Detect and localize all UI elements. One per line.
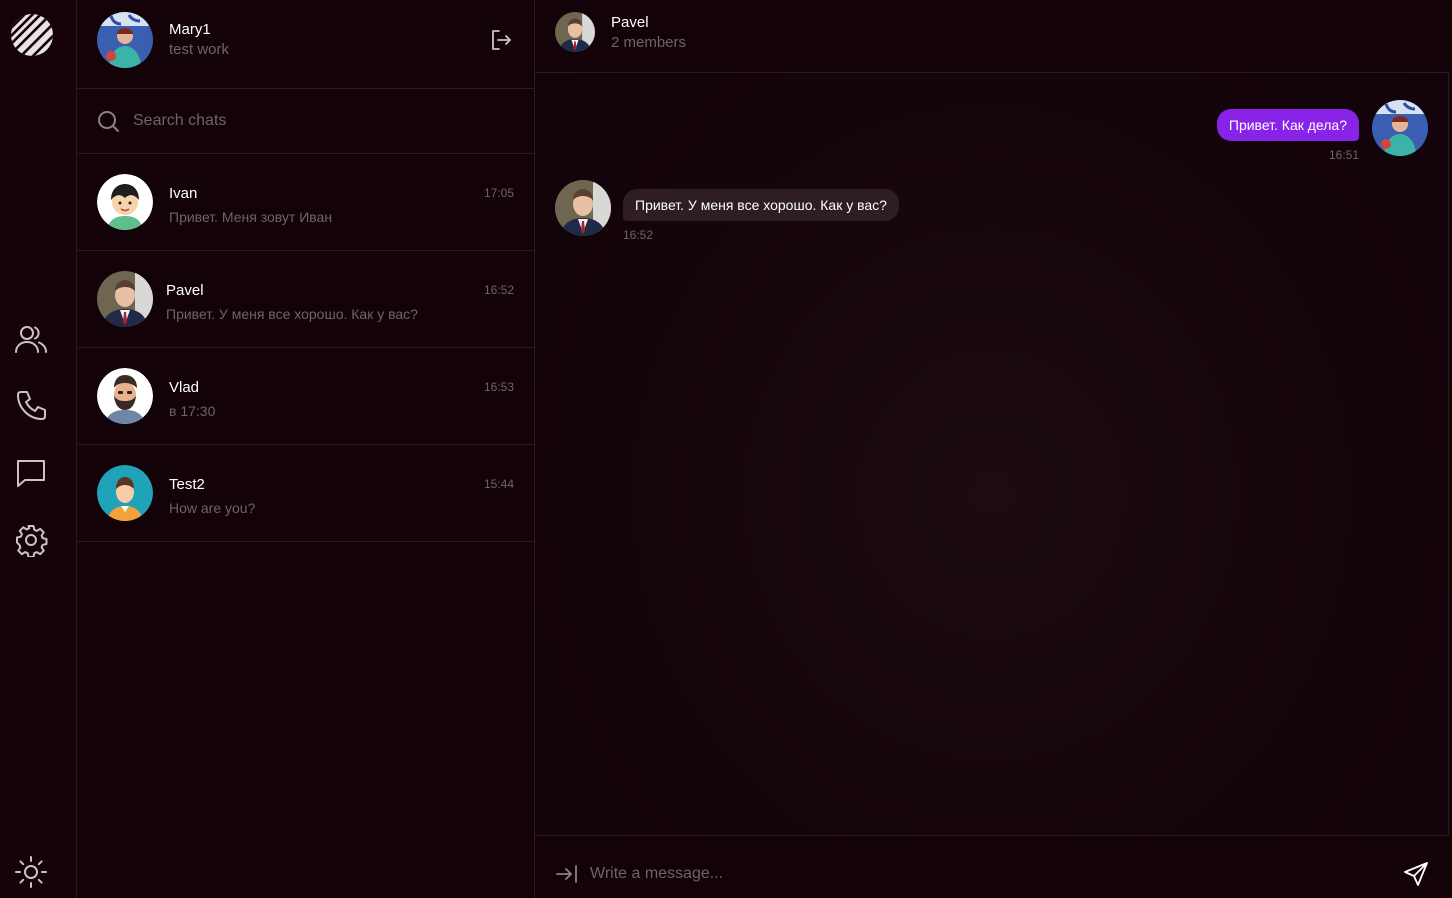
chat-list-item[interactable]: Pavel Привет. У меня все хорошо. Как у в…: [77, 251, 534, 348]
chat-list-item[interactable]: Ivan Привет. Меня зовут Иван 17:05: [77, 154, 534, 251]
avatar: [97, 271, 153, 327]
message-time: 16:52: [623, 228, 654, 242]
avatar: [555, 180, 611, 236]
message-composer: [535, 835, 1449, 898]
chat-time: 15:44: [483, 477, 514, 491]
message-time: 16:51: [1328, 148, 1359, 162]
profile-name: Mary1: [169, 21, 211, 38]
chat-preview: Привет. Меня зовут Иван: [169, 209, 333, 225]
chat-preview: в 17:30: [169, 403, 216, 419]
message-input[interactable]: [590, 860, 1370, 888]
phone-icon[interactable]: [14, 389, 48, 423]
chat-list-item[interactable]: Test2 How are you? 15:44: [77, 445, 534, 542]
chat-name: Test2: [169, 476, 205, 493]
logout-icon[interactable]: [489, 28, 513, 52]
chat-sidebar: Mary1 test work Search chats Ivan Привет…: [77, 0, 535, 898]
chat-preview: How are you?: [169, 500, 256, 516]
search-icon: [97, 110, 120, 133]
conversation-panel: Pavel 2 members Привет. Как дела? 16:51 …: [535, 0, 1449, 898]
profile-status: test work: [169, 41, 230, 58]
logo-icon[interactable]: [10, 13, 54, 57]
avatar: [97, 465, 153, 521]
avatar[interactable]: [97, 12, 153, 68]
avatar: [97, 368, 153, 424]
chat-name: Ivan: [169, 185, 198, 202]
icon-rail: [0, 0, 77, 898]
outgoing-message-bubble: Привет. Как дела?: [1216, 109, 1359, 141]
incoming-message-bubble: Привет. У меня все хорошо. Как у вас?: [623, 189, 899, 221]
avatar[interactable]: [555, 12, 595, 52]
chat-time: 16:53: [483, 380, 514, 394]
chat-name: Vlad: [169, 379, 200, 396]
chat-icon[interactable]: [14, 456, 48, 490]
chat-name: Pavel: [166, 282, 204, 299]
conversation-header: Pavel 2 members: [535, 0, 1449, 73]
avatar: [1372, 100, 1428, 156]
chat-list-item[interactable]: Vlad в 17:30 16:53: [77, 348, 534, 445]
settings-icon[interactable]: [14, 523, 48, 557]
chat-time: 16:52: [483, 283, 514, 297]
avatar: [97, 174, 153, 230]
conversation-title: Pavel: [611, 14, 649, 31]
profile-header: Mary1 test work: [77, 0, 534, 89]
contacts-icon[interactable]: [14, 322, 48, 356]
theme-sun-icon[interactable]: [14, 855, 48, 889]
attach-icon[interactable]: [555, 862, 579, 886]
search-bar: [77, 89, 534, 154]
chat-time: 17:05: [483, 186, 514, 200]
chat-preview: Привет. У меня все хорошо. Как у вас?: [166, 306, 418, 322]
member-count: 2 members: [611, 34, 687, 51]
send-icon[interactable]: [1403, 861, 1429, 887]
search-input[interactable]: [133, 107, 513, 135]
